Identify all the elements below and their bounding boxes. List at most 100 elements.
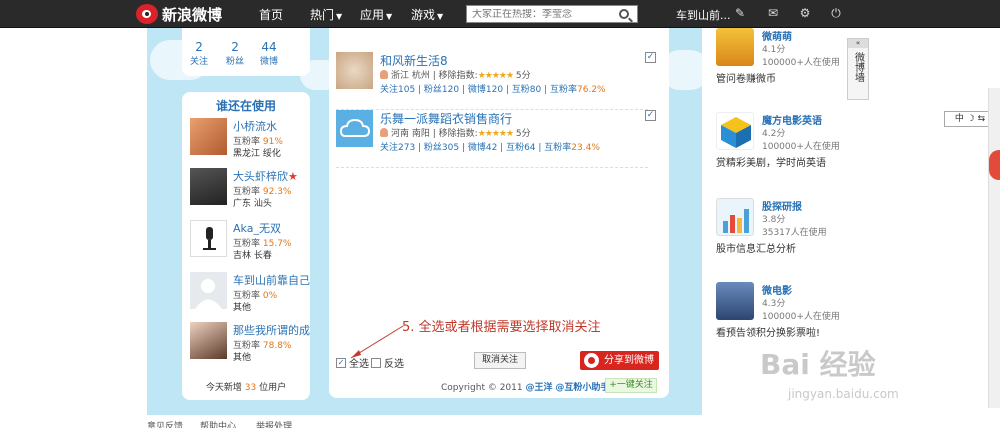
app-desc: 股市信息汇总分析 — [716, 244, 796, 255]
chevron-down-icon: ▼ — [386, 12, 393, 21]
app-card: 魔方电影英语 4.2分 100000+人在使用 赏精彩美剧，学时尚英语 — [716, 112, 926, 174]
default-avatar-icon — [195, 279, 222, 309]
index-label: | 移除指数: — [432, 71, 478, 81]
app-name-link[interactable]: 微萌萌 — [762, 28, 792, 43]
score: 5分 — [515, 129, 531, 139]
item-location: 浙江 杭州 — [391, 71, 430, 81]
app-icon[interactable] — [716, 282, 754, 320]
table-row: 和风新生活8 浙江 杭州 | 移除指数:★★★★★ 5分 关注105 | 粉丝1… — [336, 52, 656, 110]
app-card: 股探研报 3.8分 35317人在使用 股市信息汇总分析 — [716, 198, 926, 260]
nav-apps[interactable]: 应用 ▼ — [360, 6, 392, 23]
user-location: 其他 — [233, 303, 252, 313]
gear-icon[interactable]: ⚙ — [798, 6, 812, 20]
top-nav: 新浪微博 首页 热门▼ 应用▼ 游戏▼ 车到山前... ✎ ✉ ⚙ ⏻ — [0, 0, 1000, 28]
app-users: 100000+人在使用 — [762, 58, 840, 68]
user-link[interactable]: 车到山前... — [676, 7, 731, 23]
item-checkbox[interactable]: ✓ — [645, 52, 656, 63]
nav-apps-label: 应用 — [360, 8, 385, 22]
star-badge-icon: ★ — [288, 170, 298, 183]
footer-link[interactable]: 帮助中心 — [200, 419, 236, 428]
list-item: 那些我所谓的成 互粉率 78.8% 其他 — [190, 322, 310, 368]
copyright-text: Copyright © 2011 — [441, 383, 523, 393]
user-name-link[interactable]: Aka_无双 — [233, 220, 281, 236]
stat-posts[interactable]: 44 微博 — [260, 40, 278, 67]
select-all-checkbox[interactable]: ✓ — [336, 357, 346, 368]
scroll-thumb[interactable] — [989, 150, 1000, 180]
stats-text: 关注273 | 粉丝305 | 微博42 | 互粉64 | 互粉率 — [380, 143, 572, 153]
user-location: 其他 — [233, 353, 252, 363]
user-name-link[interactable]: 车到山前靠自己 — [233, 272, 310, 288]
list-item: Aka_无双 互粉率 15.7% 吉林 长春 — [190, 220, 308, 266]
cloud-icon — [339, 118, 371, 137]
weibo-wall-tab[interactable]: « 微博墙 — [847, 38, 869, 100]
avatar[interactable] — [190, 322, 227, 359]
scrollbar[interactable] — [988, 88, 1000, 408]
unfollow-button[interactable]: 取消关注 — [474, 352, 526, 369]
app-card: 微电影 4.3分 100000+人在使用 看预告领积分换影票啦! — [716, 282, 926, 344]
app-score: 4.3分 — [762, 299, 786, 309]
profile-card: 2 关注 2 粉丝 44 微博 — [182, 28, 310, 76]
footer-prefix: 今天新增 — [205, 383, 242, 393]
person-icon — [380, 70, 388, 79]
message-icon[interactable]: ✉ — [766, 6, 780, 20]
star-rating-icon: ★★★★★ — [477, 129, 514, 139]
collapse-icon[interactable]: « — [848, 39, 868, 48]
app-icon[interactable] — [716, 112, 754, 150]
app-name-link[interactable]: 魔方电影英语 — [762, 112, 822, 127]
score: 5分 — [515, 71, 531, 81]
avatar[interactable] — [190, 168, 227, 205]
avatar[interactable] — [190, 220, 227, 257]
share-to-weibo-button[interactable]: 分享到微博 — [580, 351, 659, 370]
invert-checkbox[interactable] — [371, 357, 381, 368]
stat-following[interactable]: 2 关注 — [190, 40, 208, 67]
invert-control[interactable]: 反选 — [371, 355, 404, 370]
app-score: 3.8分 — [762, 215, 786, 225]
edit-icon[interactable]: ✎ — [733, 6, 747, 20]
footer-suffix: 位用户 — [259, 383, 287, 393]
weibo-logo[interactable]: 新浪微博 — [136, 3, 246, 25]
nav-games-label: 游戏 — [411, 8, 436, 22]
watermark-url: jingyan.baidu.com — [788, 387, 899, 401]
app-icon[interactable] — [716, 28, 754, 66]
stat-label: 微博 — [260, 57, 279, 67]
list-item: 小桥流水 互粉率 91% 黑龙江 绥化 — [190, 118, 308, 164]
author-link[interactable]: @王洋 — [525, 383, 552, 393]
app-icon[interactable] — [716, 198, 754, 236]
app-users: 100000+人在使用 — [762, 312, 840, 322]
avatar[interactable] — [190, 272, 227, 309]
user-name-link[interactable]: 那些我所谓的成 — [233, 322, 310, 338]
baidu-watermark: Bai 经验 jingyan.baidu.com — [760, 343, 960, 413]
user-name-link[interactable]: 小桥流水 — [233, 118, 277, 134]
avatar[interactable] — [336, 52, 373, 89]
item-checkbox[interactable]: ✓ — [645, 110, 656, 121]
power-icon[interactable]: ⏻ — [829, 6, 843, 20]
watermark-brand: Bai 经验 — [760, 348, 876, 381]
invert-label: 反选 — [384, 359, 404, 370]
app-score: 4.2分 — [762, 129, 786, 139]
one-click-follow-button[interactable]: +一键关注 — [605, 378, 657, 393]
search-input[interactable] — [472, 8, 612, 20]
footer-link[interactable]: 意见反馈 — [147, 419, 183, 428]
user-name-link[interactable]: 和风新生活8 — [380, 52, 448, 69]
stat-followers[interactable]: 2 粉丝 — [226, 40, 244, 67]
rate-value: 23.4% — [571, 143, 600, 153]
app-name-link[interactable]: 股探研报 — [762, 198, 802, 213]
nav-home[interactable]: 首页 — [259, 6, 283, 23]
author-link[interactable]: @互粉小助手 — [555, 383, 609, 393]
nav-hot[interactable]: 热门 ▼ — [310, 6, 342, 23]
select-all-control[interactable]: ✓ 全选 — [336, 355, 369, 370]
stats-text: 关注105 | 粉丝120 | 微博120 | 互粉80 | 互粉率 — [380, 85, 578, 95]
footer-link[interactable]: 举报处理 — [256, 419, 292, 428]
person-icon — [380, 128, 388, 137]
table-row: 乐舞一派舞蹈衣销售商行 河南 南阳 | 移除指数:★★★★★ 5分 关注273 … — [336, 110, 656, 168]
avatar[interactable] — [336, 110, 373, 147]
item-meta: 河南 南阳 | 移除指数:★★★★★ 5分 — [380, 126, 531, 139]
app-name-link[interactable]: 微电影 — [762, 282, 792, 297]
search-icon[interactable] — [619, 9, 629, 19]
user-name-link[interactable]: 乐舞一派舞蹈衣销售商行 — [380, 110, 512, 127]
user-name-link[interactable]: 大头虾梓欣★ — [233, 168, 298, 184]
nav-games[interactable]: 游戏 ▼ — [411, 6, 443, 23]
chevron-down-icon: ▼ — [437, 12, 444, 21]
avatar[interactable] — [190, 118, 227, 155]
index-label: | 移除指数: — [432, 129, 478, 139]
